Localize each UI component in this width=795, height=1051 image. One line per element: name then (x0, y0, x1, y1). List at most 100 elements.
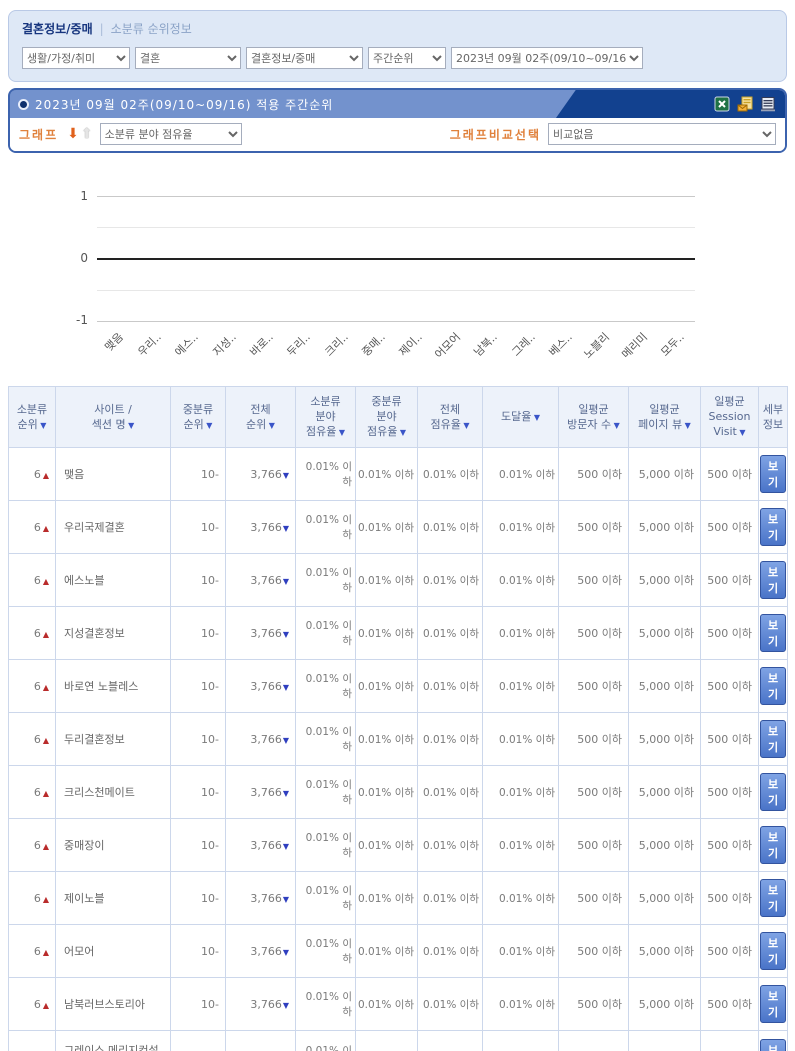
sort-down-icon[interactable]: ⬇ (67, 126, 79, 142)
total-rank-cell: 3,766▼ (225, 977, 296, 1031)
view-detail-button[interactable]: 보기 (760, 985, 786, 1023)
panel-header: 2023년 09월 02주(09/10~09/16) 적용 주간순위 (10, 90, 785, 118)
reach-rate-cell: 0.01% 이하 (482, 871, 559, 925)
view-detail-button[interactable]: 보기 (760, 773, 786, 811)
column-header[interactable]: 전체 순위 ▼ (225, 386, 296, 448)
graph-metric-select[interactable]: 소분류 분야 점유율 (99, 123, 242, 145)
view-detail-button[interactable]: 보기 (760, 1039, 786, 1051)
detail-cell: 보기 (758, 712, 788, 766)
detail-cell: 보기 (758, 818, 788, 872)
midcategory-share-cell: 0.01% 이하 (355, 553, 418, 607)
sort-descending-icon[interactable]: ▼ (38, 421, 46, 430)
total-share-cell: 0.01% 이하 (417, 606, 483, 660)
column-header[interactable]: 일평균 방문자 수 ▼ (558, 386, 629, 448)
column-header[interactable]: 중분류 순위 ▼ (170, 386, 226, 448)
column-header[interactable]: 전체 점유율 ▼ (417, 386, 483, 448)
daily-sessions-cell: 500 이하 (700, 606, 759, 660)
subcategory-rank-cell: 6▲ (8, 659, 56, 713)
page: 결혼정보/중매 | 소분류 순위정보 생활/가정/취미 결혼 결혼정보/중매 주간순… (0, 0, 795, 1051)
filter-panel: 결혼정보/중매 | 소분류 순위정보 생활/가정/취미 결혼 결혼정보/중매 주간순… (8, 10, 787, 82)
period-select[interactable]: 2023년 09월 02주(09/10~09/16) (451, 47, 643, 69)
x-axis-label: 베스.. (546, 330, 575, 359)
save-icon (737, 96, 753, 115)
daily-visitors-cell: 500 이하 (558, 500, 629, 554)
sort-descending-icon[interactable]: ▼ (682, 421, 691, 430)
daily-visitors-cell: 500 이하 (558, 977, 629, 1031)
daily-sessions-cell: 500 이하 (700, 447, 759, 501)
x-axis-label: 모두.. (658, 330, 687, 359)
midcategory-share-cell: 0.01% 이하 (355, 500, 418, 554)
category-mid-select[interactable]: 결혼 (135, 47, 241, 69)
view-detail-button[interactable]: 보기 (760, 614, 786, 652)
subcategory-share-cell: 0.01% 이하 (295, 447, 356, 501)
total-share-cell: 0.01% 이하 (417, 500, 483, 554)
sort-descending-icon[interactable]: ▼ (126, 421, 134, 430)
print-button[interactable] (759, 96, 777, 113)
table-row: 6 ▲ 두리결혼정보 10- 3,766▼ 0.01% 이하 0.01% 이하 0.01% 이… (8, 712, 788, 766)
view-detail-button[interactable]: 보기 (760, 561, 786, 599)
view-detail-button[interactable]: 보기 (760, 879, 786, 917)
category-top-select[interactable]: 생활/가정/취미 (22, 47, 130, 69)
rank-up-icon: ▲ (42, 947, 49, 957)
detail-cell: 보기 (758, 659, 788, 713)
sort-descending-icon[interactable]: ▼ (336, 428, 345, 437)
subcategory-rank-link[interactable]: 소분류 순위정보 (111, 22, 192, 36)
sort-descending-icon[interactable]: ▼ (266, 421, 275, 430)
sort-descending-icon[interactable]: ▼ (531, 413, 540, 422)
reach-rate-cell: 0.01% 이하 (482, 447, 559, 501)
daily-visitors-cell: 500 이하 (558, 765, 629, 819)
total-rank-cell: 3,766▼ (225, 1030, 296, 1051)
detail-cell: 보기 (758, 765, 788, 819)
subcategory-rank-cell: 6▲ (8, 712, 56, 766)
save-button[interactable] (736, 96, 754, 113)
rank-down-icon: ▼ (282, 576, 289, 586)
rank-up-icon: ▲ (42, 523, 49, 533)
sort-descending-icon[interactable]: ▼ (204, 421, 212, 430)
column-header[interactable]: 소분류 분야 점유율 ▼ (295, 386, 356, 448)
x-axis-label: 어모어 (431, 330, 463, 362)
daily-sessions-cell: 500 이하 (700, 712, 759, 766)
sort-descending-icon[interactable]: ▼ (397, 428, 406, 437)
site-name-cell: 어모어 (55, 924, 171, 978)
view-detail-button[interactable]: 보기 (760, 826, 786, 864)
column-header[interactable]: 일평균 페이지 뷰 ▼ (628, 386, 701, 448)
ranking-table: 소분류 순위 ▼ 사이트 / 섹션 명 ▼ 중분류 순위 ▼ 전체 순위 ▼ 소분류 분… (8, 386, 788, 1051)
excel-icon (714, 96, 730, 115)
column-header[interactable]: 도달율 ▼ (482, 386, 559, 448)
rank-up-icon: ▲ (42, 788, 49, 798)
view-detail-button[interactable]: 보기 (760, 932, 786, 970)
rank-down-icon: ▼ (282, 788, 289, 798)
table-row: 6 ▲ 지성결혼정보 10- 3,766▼ 0.01% 이하 0.01% 이하 0.01% 이… (8, 606, 788, 660)
rank-type-select[interactable]: 주간순위 (368, 47, 446, 69)
column-header[interactable]: 소분류 순위 ▼ (8, 386, 56, 448)
view-detail-button[interactable]: 보기 (760, 667, 786, 705)
sort-descending-icon[interactable]: ▼ (461, 421, 469, 430)
category-sub-select[interactable]: 결혼정보/중매 (246, 47, 363, 69)
subcategory-rank-cell: 6▲ (8, 765, 56, 819)
site-name-cell: 그레이스 메리지컨설팅 (55, 1030, 171, 1051)
column-header[interactable]: 일평균 Session Visit ▼ (700, 386, 759, 448)
daily-visitors-cell: 500 이하 (558, 712, 629, 766)
column-header[interactable]: 중분류 분야 점유율 ▼ (355, 386, 418, 448)
subcategory-share-cell: 0.01% 이하 (295, 500, 356, 554)
detail-cell: 보기 (758, 924, 788, 978)
view-detail-button[interactable]: 보기 (760, 508, 786, 546)
column-header[interactable]: 사이트 / 섹션 명 ▼ (55, 386, 171, 448)
excel-export-button[interactable] (713, 96, 731, 113)
view-detail-button[interactable]: 보기 (760, 455, 786, 493)
total-rank-cell: 3,766▼ (225, 447, 296, 501)
view-detail-button[interactable]: 보기 (760, 720, 786, 758)
site-name-cell: 남북러브스토리아 (55, 977, 171, 1031)
graph-compare-select[interactable]: 비교없음 (548, 123, 776, 145)
sort-descending-icon[interactable]: ▼ (737, 428, 745, 437)
sort-up-icon[interactable]: ⬆ (81, 126, 93, 142)
daily-visitors-cell: 500 이하 (558, 1030, 629, 1051)
detail-cell: 보기 (758, 500, 788, 554)
midcategory-share-cell: 0.01% 이하 (355, 447, 418, 501)
sort-descending-icon[interactable]: ▼ (611, 421, 620, 430)
rank-up-icon: ▲ (42, 841, 49, 851)
rank-up-icon: ▲ (42, 894, 49, 904)
x-axis-label: 제이.. (396, 330, 426, 359)
midcategory-rank-cell: 10- (170, 553, 226, 607)
panel-toolbar (713, 96, 777, 113)
